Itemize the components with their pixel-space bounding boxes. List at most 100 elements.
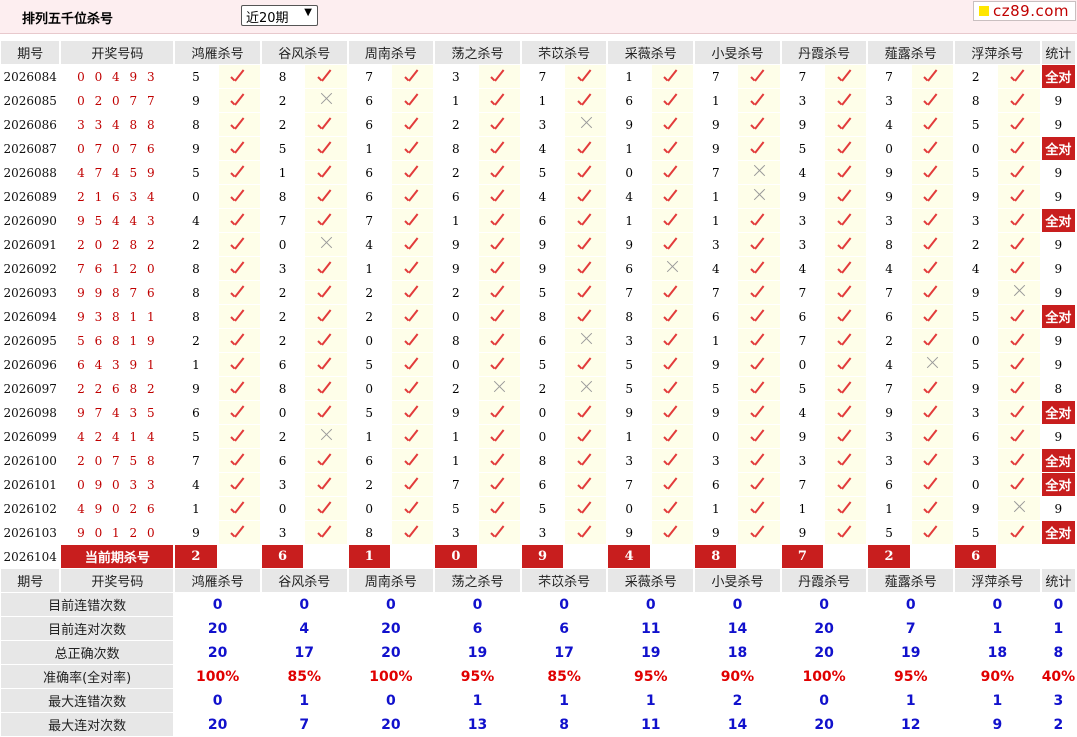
kill-number-cell: 4 [695, 257, 737, 280]
result-mark-cell [651, 305, 694, 328]
check-icon [1010, 70, 1028, 82]
result-mark-cell [911, 353, 954, 376]
kill-number-cell: 6 [521, 209, 564, 232]
summary-value: 95% [608, 665, 694, 688]
check-icon [317, 142, 335, 154]
result-mark-cell [305, 185, 347, 208]
result-mark-cell [391, 89, 434, 112]
check-icon [923, 142, 941, 154]
summary-label: 最大连对次数 [1, 713, 174, 736]
summary-value: 8 [521, 713, 607, 736]
result-mark-cell [391, 521, 434, 544]
kill-number-cell: 1 [695, 185, 737, 208]
check-icon [577, 70, 595, 82]
result-mark-cell [305, 209, 347, 232]
check-icon [923, 478, 941, 490]
summary-value: 20 [348, 713, 434, 736]
summary-value: 0 [261, 593, 347, 616]
summary-value: 85% [261, 665, 347, 688]
draw-number-cell: 9 3 8 1 1 [77, 309, 158, 324]
result-mark-cell [911, 209, 954, 232]
check-icon [750, 406, 768, 418]
result-mark-cell [998, 257, 1040, 280]
check-icon [663, 286, 681, 298]
kill-number-cell: 2 [435, 281, 477, 304]
blank-cell [998, 545, 1040, 568]
table-row: 2026084 0 0 4 9 3 5 8 7 3 7 1 7 7 7 2 全对 [1, 65, 1075, 88]
kill-number-cell: 1 [348, 137, 390, 160]
summary-value: 12 [868, 713, 954, 736]
check-icon [577, 478, 595, 490]
kill-number-cell: 5 [521, 281, 564, 304]
period-select[interactable]: 近20期 ▼ [241, 5, 318, 26]
kill-number-cell: 4 [175, 209, 217, 232]
check-icon [490, 238, 508, 250]
check-icon [577, 262, 595, 274]
column-header-period: 期号 [1, 569, 60, 592]
result-mark-cell [998, 377, 1040, 400]
kill-number-cell: 2 [955, 65, 997, 88]
result-mark-cell [911, 137, 954, 160]
kill-number-cell: 6 [175, 401, 217, 424]
result-mark-cell [391, 377, 434, 400]
cross-icon [319, 92, 333, 106]
check-icon [663, 430, 681, 442]
kill-number-cell: 9 [695, 353, 737, 376]
blank-cell [738, 545, 780, 568]
check-icon [490, 214, 508, 226]
summary-value: 6 [435, 617, 520, 640]
blank-cell [218, 545, 260, 568]
kill-number-cell: 4 [521, 185, 564, 208]
summary-value: 11 [608, 617, 694, 640]
column-header-expert: 小旻杀号 [695, 41, 780, 64]
current-kill-label: 当前期杀号 [61, 545, 174, 568]
result-mark-cell [478, 257, 520, 280]
current-kill-number: 7 [781, 545, 824, 568]
summary-value: 17 [521, 641, 607, 664]
summary-row: 目前连对次数 20 4 20 6 6 11 14 20 7 1 1 [1, 617, 1075, 640]
result-mark-cell [218, 449, 260, 472]
check-icon [663, 358, 681, 370]
check-icon [404, 478, 422, 490]
stat-cell: 8 [1054, 381, 1063, 396]
current-period-cell: 2026104 [3, 549, 57, 564]
result-mark-cell [825, 329, 867, 352]
result-mark-cell [218, 281, 260, 304]
kill-number-cell: 9 [955, 497, 997, 520]
check-icon [923, 502, 941, 514]
result-mark-cell [911, 473, 954, 496]
check-icon [317, 526, 335, 538]
summary-value: 0 [521, 593, 607, 616]
check-icon [923, 94, 941, 106]
check-icon [1010, 190, 1028, 202]
site-logo[interactable]: cz89.com [973, 1, 1076, 21]
blank-cell [1041, 545, 1075, 568]
result-mark-cell [651, 137, 694, 160]
check-icon [837, 454, 855, 466]
kill-number-cell: 7 [435, 473, 477, 496]
check-icon [923, 382, 941, 394]
kill-number-cell: 9 [868, 401, 910, 424]
kill-number-cell: 3 [868, 89, 910, 112]
check-icon [750, 478, 768, 490]
kill-number-cell: 9 [175, 137, 217, 160]
cross-icon [579, 380, 593, 394]
kill-number-cell: 6 [868, 473, 910, 496]
check-icon [317, 358, 335, 370]
kill-number-cell: 9 [175, 521, 217, 544]
check-icon [404, 406, 422, 418]
column-header-expert: 芣苡杀号 [521, 569, 607, 592]
column-header-stat: 统计 [1041, 569, 1075, 592]
result-mark-cell [998, 89, 1040, 112]
kill-number-cell: 4 [868, 113, 910, 136]
current-kill-number: 0 [435, 545, 477, 568]
check-icon [317, 286, 335, 298]
cross-icon [752, 188, 766, 202]
summary-value: 0 [695, 593, 780, 616]
kill-number-cell: 7 [608, 281, 650, 304]
summary-value: 20 [348, 641, 434, 664]
check-icon [230, 310, 248, 322]
top-bar: 排列五千位杀号 近20期 ▼ cz89.com [0, 0, 1077, 34]
result-mark-cell [218, 329, 260, 352]
result-mark-cell [738, 257, 780, 280]
